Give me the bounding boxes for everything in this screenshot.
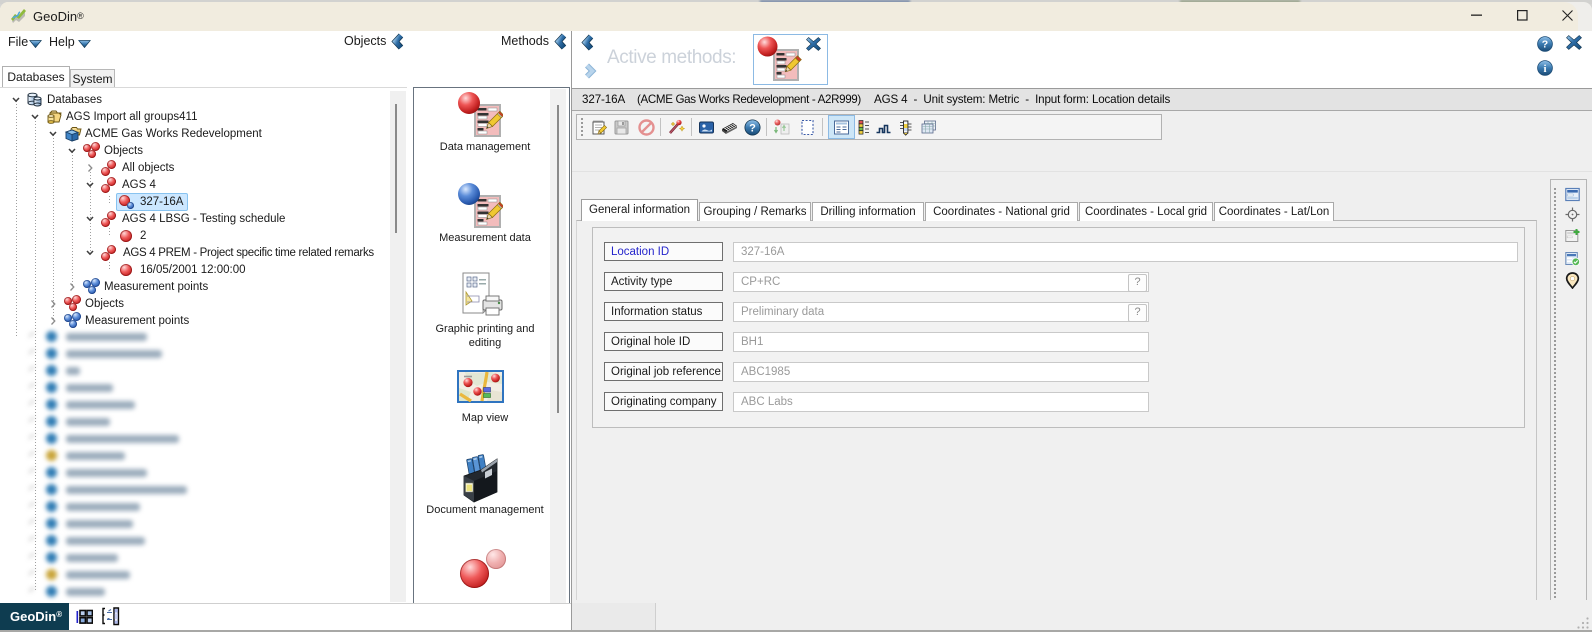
svg-text:?: ?	[749, 122, 756, 134]
svg-text:i: i	[1543, 63, 1546, 75]
svg-text:?: ?	[1542, 39, 1548, 51]
